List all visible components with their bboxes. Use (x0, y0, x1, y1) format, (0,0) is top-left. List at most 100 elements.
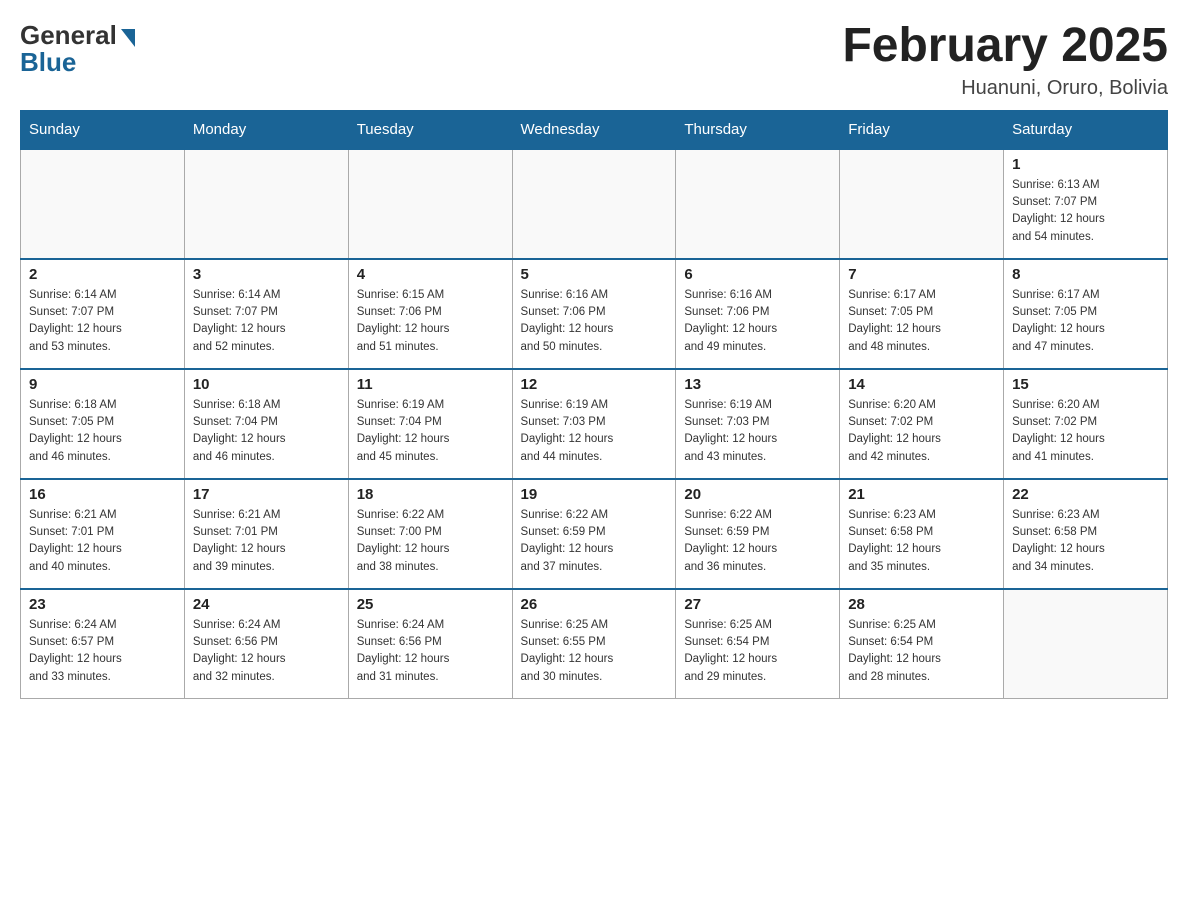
day-number: 16 (29, 486, 176, 503)
day-number: 19 (521, 486, 668, 503)
calendar-cell (840, 149, 1004, 259)
day-info: Sunrise: 6:20 AM Sunset: 7:02 PM Dayligh… (1012, 397, 1159, 466)
logo-blue-text: Blue (20, 47, 76, 78)
day-info: Sunrise: 6:18 AM Sunset: 7:04 PM Dayligh… (193, 397, 340, 466)
day-info: Sunrise: 6:17 AM Sunset: 7:05 PM Dayligh… (1012, 287, 1159, 356)
day-number: 18 (357, 486, 504, 503)
calendar-week-3: 9 Sunrise: 6:18 AM Sunset: 7:05 PM Daylig… (21, 369, 1168, 479)
day-info: Sunrise: 6:25 AM Sunset: 6:55 PM Dayligh… (521, 617, 668, 686)
calendar-cell: 26 Sunrise: 6:25 AM Sunset: 6:55 PM Dayli… (512, 589, 676, 699)
col-sunday: Sunday (21, 110, 185, 149)
calendar-week-1: 1 Sunrise: 6:13 AM Sunset: 7:07 PM Daylig… (21, 149, 1168, 259)
day-number: 4 (357, 266, 504, 283)
col-tuesday: Tuesday (348, 110, 512, 149)
calendar-cell (21, 149, 185, 259)
day-info: Sunrise: 6:24 AM Sunset: 6:56 PM Dayligh… (357, 617, 504, 686)
day-number: 22 (1012, 486, 1159, 503)
calendar-cell: 13 Sunrise: 6:19 AM Sunset: 7:03 PM Dayli… (676, 369, 840, 479)
day-number: 7 (848, 266, 995, 283)
day-info: Sunrise: 6:23 AM Sunset: 6:58 PM Dayligh… (1012, 507, 1159, 576)
calendar-cell: 3Sunrise: 6:14 AM Sunset: 7:07 PM Daylig… (184, 259, 348, 369)
day-info: Sunrise: 6:24 AM Sunset: 6:56 PM Dayligh… (193, 617, 340, 686)
day-number: 10 (193, 376, 340, 393)
calendar-cell: 15 Sunrise: 6:20 AM Sunset: 7:02 PM Dayli… (1004, 369, 1168, 479)
day-info: Sunrise: 6:22 AM Sunset: 7:00 PM Dayligh… (357, 507, 504, 576)
calendar-cell (676, 149, 840, 259)
calendar-cell: 6 Sunrise: 6:16 AM Sunset: 7:06 PM Daylig… (676, 259, 840, 369)
day-number: 6 (684, 266, 831, 283)
calendar-cell: 11Sunrise: 6:19 AM Sunset: 7:04 PM Dayli… (348, 369, 512, 479)
calendar-cell: 19 Sunrise: 6:22 AM Sunset: 6:59 PM Dayli… (512, 479, 676, 589)
day-number: 5 (521, 266, 668, 283)
location-title: Huanuni, Oruro, Bolivia (842, 77, 1168, 100)
calendar-cell: 14 Sunrise: 6:20 AM Sunset: 7:02 PM Dayli… (840, 369, 1004, 479)
col-monday: Monday (184, 110, 348, 149)
day-info: Sunrise: 6:19 AM Sunset: 7:03 PM Dayligh… (521, 397, 668, 466)
day-number: 1 (1012, 156, 1159, 173)
day-number: 25 (357, 596, 504, 613)
day-info: Sunrise: 6:14 AM Sunset: 7:07 PM Dayligh… (29, 287, 176, 356)
day-info: Sunrise: 6:16 AM Sunset: 7:06 PM Dayligh… (684, 287, 831, 356)
calendar-cell: 24 Sunrise: 6:24 AM Sunset: 6:56 PM Dayli… (184, 589, 348, 699)
col-thursday: Thursday (676, 110, 840, 149)
calendar-cell: 16 Sunrise: 6:21 AM Sunset: 7:01 PM Dayli… (21, 479, 185, 589)
calendar-cell: 8 Sunrise: 6:17 AM Sunset: 7:05 PM Daylig… (1004, 259, 1168, 369)
page-header: General Blue February 2025 Huanuni, Orur… (20, 20, 1168, 100)
day-number: 26 (521, 596, 668, 613)
day-info: Sunrise: 6:18 AM Sunset: 7:05 PM Dayligh… (29, 397, 176, 466)
day-info: Sunrise: 6:19 AM Sunset: 7:04 PM Dayligh… (357, 397, 504, 466)
col-friday: Friday (840, 110, 1004, 149)
day-info: Sunrise: 6:20 AM Sunset: 7:02 PM Dayligh… (848, 397, 995, 466)
title-section: February 2025 Huanuni, Oruro, Bolivia (842, 20, 1168, 100)
day-info: Sunrise: 6:23 AM Sunset: 6:58 PM Dayligh… (848, 507, 995, 576)
calendar-cell: 10 Sunrise: 6:18 AM Sunset: 7:04 PM Dayli… (184, 369, 348, 479)
calendar-cell: 4Sunrise: 6:15 AM Sunset: 7:06 PM Daylig… (348, 259, 512, 369)
day-number: 9 (29, 376, 176, 393)
day-info: Sunrise: 6:13 AM Sunset: 7:07 PM Dayligh… (1012, 177, 1159, 246)
day-number: 24 (193, 596, 340, 613)
day-info: Sunrise: 6:21 AM Sunset: 7:01 PM Dayligh… (193, 507, 340, 576)
day-info: Sunrise: 6:24 AM Sunset: 6:57 PM Dayligh… (29, 617, 176, 686)
calendar-cell: 2 Sunrise: 6:14 AM Sunset: 7:07 PM Daylig… (21, 259, 185, 369)
calendar-cell: 7Sunrise: 6:17 AM Sunset: 7:05 PM Daylig… (840, 259, 1004, 369)
day-number: 14 (848, 376, 995, 393)
logo: General Blue (20, 20, 135, 78)
day-number: 8 (1012, 266, 1159, 283)
calendar-cell: 23Sunrise: 6:24 AM Sunset: 6:57 PM Dayli… (21, 589, 185, 699)
calendar-cell: 17Sunrise: 6:21 AM Sunset: 7:01 PM Dayli… (184, 479, 348, 589)
calendar-week-4: 16 Sunrise: 6:21 AM Sunset: 7:01 PM Dayli… (21, 479, 1168, 589)
calendar-cell: 25 Sunrise: 6:24 AM Sunset: 6:56 PM Dayli… (348, 589, 512, 699)
day-info: Sunrise: 6:14 AM Sunset: 7:07 PM Dayligh… (193, 287, 340, 356)
logo-arrow-icon (121, 29, 135, 47)
day-info: Sunrise: 6:25 AM Sunset: 6:54 PM Dayligh… (848, 617, 995, 686)
day-number: 28 (848, 596, 995, 613)
day-info: Sunrise: 6:22 AM Sunset: 6:59 PM Dayligh… (521, 507, 668, 576)
calendar-cell: 22 Sunrise: 6:23 AM Sunset: 6:58 PM Dayli… (1004, 479, 1168, 589)
calendar-cell: 5 Sunrise: 6:16 AM Sunset: 7:06 PM Daylig… (512, 259, 676, 369)
calendar-cell: 1 Sunrise: 6:13 AM Sunset: 7:07 PM Daylig… (1004, 149, 1168, 259)
day-info: Sunrise: 6:21 AM Sunset: 7:01 PM Dayligh… (29, 507, 176, 576)
day-number: 20 (684, 486, 831, 503)
calendar-header-row: Sunday Monday Tuesday Wednesday Thursday… (21, 110, 1168, 149)
calendar-cell (512, 149, 676, 259)
calendar-cell: 28 Sunrise: 6:25 AM Sunset: 6:54 PM Dayli… (840, 589, 1004, 699)
calendar-cell: 20 Sunrise: 6:22 AM Sunset: 6:59 PM Dayli… (676, 479, 840, 589)
day-number: 2 (29, 266, 176, 283)
calendar-week-5: 23Sunrise: 6:24 AM Sunset: 6:57 PM Dayli… (21, 589, 1168, 699)
col-saturday: Saturday (1004, 110, 1168, 149)
day-number: 13 (684, 376, 831, 393)
day-info: Sunrise: 6:19 AM Sunset: 7:03 PM Dayligh… (684, 397, 831, 466)
calendar-cell: 27Sunrise: 6:25 AM Sunset: 6:54 PM Dayli… (676, 589, 840, 699)
calendar-cell: 12Sunrise: 6:19 AM Sunset: 7:03 PM Dayli… (512, 369, 676, 479)
calendar-table: Sunday Monday Tuesday Wednesday Thursday… (20, 110, 1168, 700)
col-wednesday: Wednesday (512, 110, 676, 149)
month-title: February 2025 (842, 20, 1168, 73)
calendar-cell (348, 149, 512, 259)
day-info: Sunrise: 6:16 AM Sunset: 7:06 PM Dayligh… (521, 287, 668, 356)
day-number: 21 (848, 486, 995, 503)
calendar-cell (1004, 589, 1168, 699)
calendar-week-2: 2 Sunrise: 6:14 AM Sunset: 7:07 PM Daylig… (21, 259, 1168, 369)
calendar-cell: 9 Sunrise: 6:18 AM Sunset: 7:05 PM Daylig… (21, 369, 185, 479)
day-number: 15 (1012, 376, 1159, 393)
day-info: Sunrise: 6:22 AM Sunset: 6:59 PM Dayligh… (684, 507, 831, 576)
